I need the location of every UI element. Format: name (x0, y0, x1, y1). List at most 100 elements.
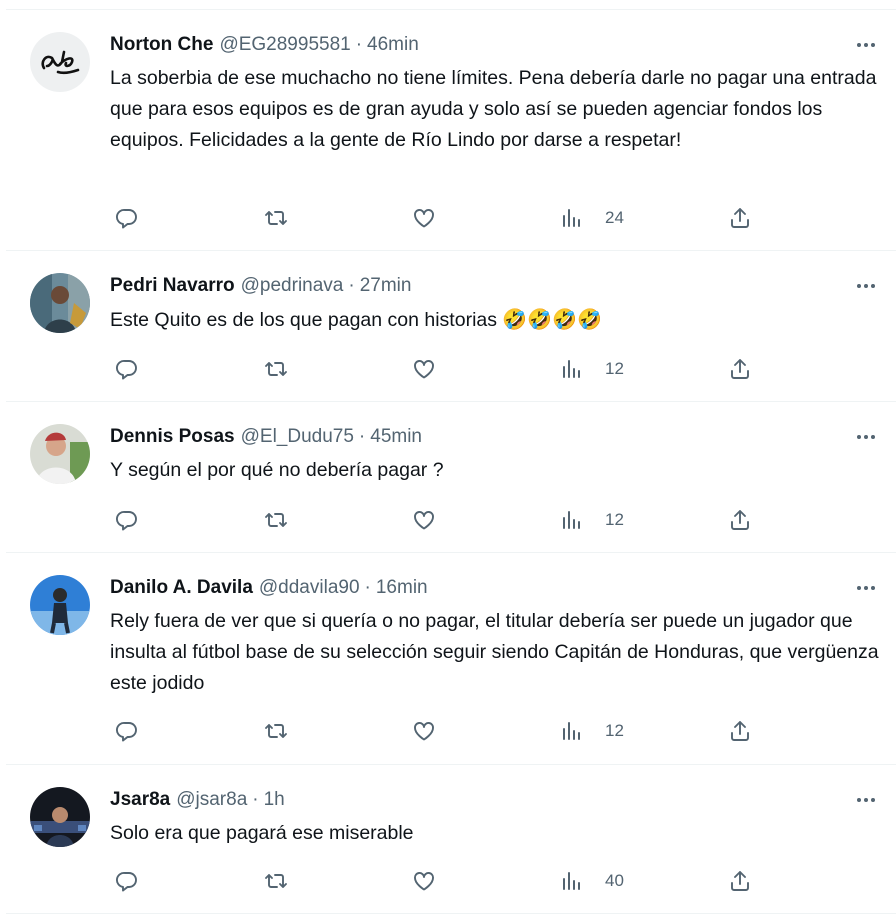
retweet-button[interactable] (264, 505, 288, 535)
separator-dot: · (355, 34, 363, 55)
separator-dot: · (252, 789, 259, 810)
tweet-actions: 12 (110, 716, 760, 746)
tweet[interactable]: Pedri Navarro @pedrinava · 27min Este Qu… (6, 251, 896, 402)
timestamp[interactable]: 16min (376, 577, 428, 599)
tweet-text: Y según el por qué no debería pagar ? (110, 459, 444, 481)
author-handle[interactable]: @El_Dudu75 (241, 426, 354, 448)
retweet-icon (265, 362, 287, 376)
more-icon[interactable] (852, 35, 880, 55)
avatar[interactable] (30, 787, 90, 847)
author-name[interactable]: Danilo A. Davila (110, 577, 253, 599)
author-name[interactable]: Pedri Navarro (110, 275, 235, 297)
views-button[interactable]: 12 (559, 354, 624, 384)
views-button[interactable]: 12 (559, 716, 624, 746)
separator-dot: · (364, 577, 371, 598)
views-button[interactable]: 24 (559, 203, 624, 233)
retweet-icon (265, 874, 287, 888)
like-button[interactable] (412, 866, 436, 896)
retweet-button[interactable] (264, 203, 288, 233)
author-handle[interactable]: @EG28995581 (219, 34, 350, 56)
avatar[interactable] (30, 575, 90, 635)
like-icon (414, 872, 434, 891)
tweet-text: Este Quito es de los que pagan con histo… (110, 304, 882, 336)
like-icon (414, 209, 434, 228)
avatar[interactable] (30, 273, 90, 333)
author-handle[interactable]: @ddavila90 (259, 577, 360, 599)
tweet-actions: 12 (110, 505, 760, 535)
like-icon (414, 511, 434, 530)
reply-icon (115, 360, 137, 380)
views-icon (563, 209, 580, 227)
views-count: 24 (605, 208, 624, 227)
tweet-actions: 12 (110, 354, 760, 384)
tweet[interactable]: Dennis Posas @El_Dudu75 · 45min Y según … (6, 402, 896, 553)
share-button[interactable] (728, 716, 752, 746)
views-icon (563, 872, 580, 890)
tweet-text-body: Este Quito es de los que pagan con histo… (110, 309, 503, 331)
tweet-text: La soberbia de ese muchacho no tiene lím… (110, 67, 877, 151)
tweet-actions: 24 (110, 203, 760, 233)
like-icon (414, 360, 434, 379)
views-icon (563, 722, 580, 740)
more-icon[interactable] (852, 790, 880, 810)
tweet[interactable]: Danilo A. Davila @ddavila90 · 16min Rely… (6, 553, 896, 765)
author-name[interactable]: Jsar8a (110, 789, 170, 811)
tweet[interactable]: Jsar8a @jsar8a · 1h Solo era que pagará … (6, 765, 896, 914)
more-icon[interactable] (852, 276, 880, 296)
retweet-button[interactable] (264, 716, 288, 746)
reply-button[interactable] (115, 505, 139, 535)
person-photo-icon (30, 424, 90, 484)
share-icon (731, 510, 749, 530)
share-icon (731, 208, 749, 228)
reply-button[interactable] (115, 716, 139, 746)
timestamp[interactable]: 27min (360, 275, 412, 297)
like-button[interactable] (412, 354, 436, 384)
reply-button[interactable] (115, 866, 139, 896)
retweet-icon (265, 211, 287, 225)
views-icon (563, 360, 580, 378)
author-handle[interactable]: @pedrinava (241, 275, 344, 297)
share-button[interactable] (728, 866, 752, 896)
tweet[interactable]: Norton Che @EG28995581 · 46min La soberb… (6, 10, 896, 251)
share-button[interactable] (728, 203, 752, 233)
reply-button[interactable] (115, 203, 139, 233)
signature-logo-icon (41, 50, 80, 75)
timestamp[interactable]: 45min (370, 426, 422, 448)
reply-icon (115, 511, 137, 531)
share-button[interactable] (728, 354, 752, 384)
reply-icon (115, 209, 137, 229)
author-name[interactable]: Dennis Posas (110, 426, 235, 448)
like-button[interactable] (412, 203, 436, 233)
person-photo-icon (30, 273, 90, 333)
like-icon (414, 722, 434, 741)
reply-button[interactable] (115, 354, 139, 384)
more-icon[interactable] (852, 427, 880, 447)
retweet-icon (265, 724, 287, 738)
separator-dot: · (348, 275, 355, 296)
views-button[interactable]: 12 (559, 505, 624, 535)
tweet-text: Solo era que pagará ese miserable (110, 822, 414, 844)
author-name[interactable]: Norton Che (110, 34, 213, 56)
like-button[interactable] (412, 716, 436, 746)
author-handle[interactable]: @jsar8a (176, 789, 247, 811)
views-icon (563, 511, 580, 529)
views-count: 12 (605, 721, 624, 740)
timestamp[interactable]: 1h (264, 789, 285, 811)
views-button[interactable]: 40 (559, 866, 624, 896)
retweet-button[interactable] (264, 866, 288, 896)
avatar[interactable] (30, 424, 90, 484)
person-photo-icon (30, 575, 90, 635)
retweet-icon (265, 513, 287, 527)
timestamp[interactable]: 46min (367, 34, 419, 56)
views-count: 12 (605, 510, 624, 529)
views-count: 12 (605, 359, 624, 378)
like-button[interactable] (412, 505, 436, 535)
share-icon (731, 359, 749, 379)
views-count: 40 (605, 871, 624, 890)
separator-dot: · (358, 426, 366, 447)
person-photo-icon (30, 787, 90, 847)
more-icon[interactable] (852, 578, 880, 598)
avatar[interactable] (30, 32, 90, 92)
retweet-button[interactable] (264, 354, 288, 384)
share-button[interactable] (728, 505, 752, 535)
